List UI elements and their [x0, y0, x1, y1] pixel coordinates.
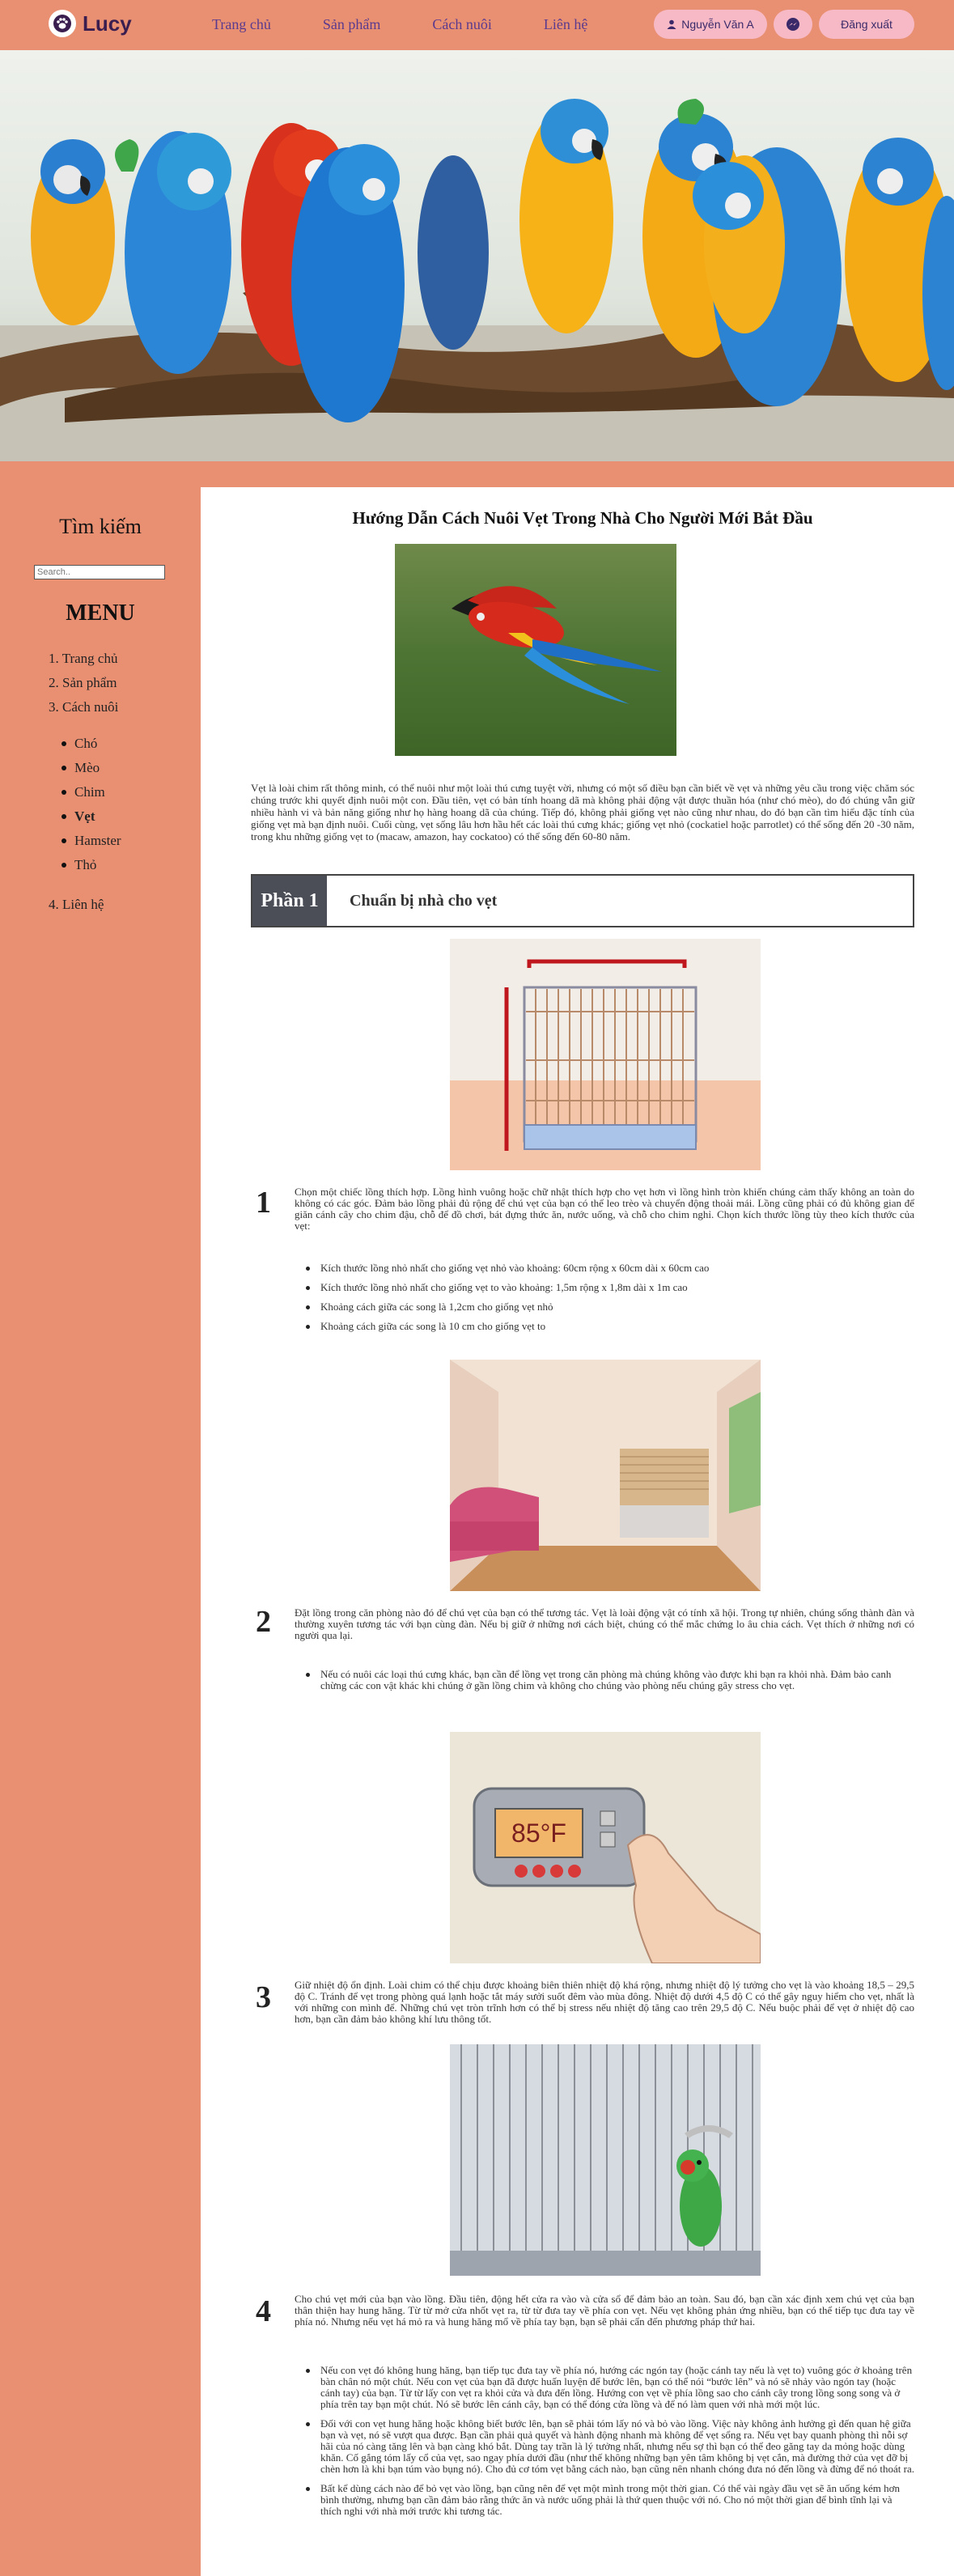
brand-name: Lucy	[83, 11, 132, 36]
nav-link-contact[interactable]: Liên hệ	[544, 16, 587, 33]
cage-illustration	[450, 939, 761, 1170]
messenger-icon	[787, 18, 799, 31]
step-bullet: Nếu con vẹt đó không hung hăng, bạn tiếp…	[306, 2365, 914, 2410]
logout-button[interactable]: Đăng xuất	[819, 10, 914, 39]
step-bullets: Kích thước lồng nhỏ nhất cho giống vẹt n…	[306, 1263, 914, 1340]
sidebar-item-contact[interactable]: 4. Liên hệ	[49, 897, 104, 921]
flying-macaw-image	[395, 544, 676, 756]
article-intro: Vẹt là loài chim rất thông minh, có thể …	[251, 782, 914, 842]
sidebar-subitem-hamster[interactable]: Hamster	[61, 829, 121, 853]
step-number: 2	[256, 1605, 271, 1639]
step-text: Đặt lồng trong căn phòng nào đó để chú v…	[295, 1606, 914, 1641]
sidebar-subitem-dog[interactable]: Chó	[61, 732, 121, 756]
sidebar-subitem-rabbit[interactable]: Thỏ	[61, 853, 121, 877]
parrot-in-cage-illustration	[450, 2044, 761, 2276]
nav-link-home[interactable]: Trang chủ	[212, 16, 271, 33]
sidebar-item-home[interactable]: 1. Trang chủ	[49, 651, 118, 675]
step-bullets: Nếu con vẹt đó không hung hăng, bạn tiếp…	[306, 2365, 914, 2525]
section-label: Phần 1	[252, 876, 327, 926]
search-title: Tìm kiếm	[59, 515, 142, 538]
step-number: 1	[256, 1186, 271, 1220]
brand-logo[interactable]: Lucy	[49, 10, 132, 37]
section-header: Phần 1 Chuẩn bị nhà cho vẹt	[251, 874, 914, 927]
sidebar-menu-tail: 4. Liên hệ	[49, 897, 104, 921]
paw-icon	[49, 10, 76, 37]
step-bullet: Kích thước lồng nhỏ nhất cho giống vẹt n…	[306, 1263, 914, 1274]
article-title: Hướng Dẫn Cách Nuôi Vẹt Trong Nhà Cho Ng…	[352, 508, 813, 528]
top-navbar: Lucy Trang chủ Sản phẩm Cách nuôi Liên h…	[0, 0, 954, 50]
section-name: Chuẩn bị nhà cho vẹt	[350, 891, 498, 910]
search-input[interactable]	[34, 565, 165, 579]
hero-banner-parrots	[0, 50, 954, 461]
sidebar-subitem-parrot[interactable]: Vẹt	[61, 804, 121, 829]
step-text: Cho chú vẹt mới của bạn vào lồng. Đầu ti…	[295, 2293, 914, 2328]
step-text: Chọn một chiếc lồng thích hợp. Lồng hình…	[295, 1186, 914, 1232]
sidebar: Tìm kiếm MENU 1. Trang chủ 2. Sản phẩm 3…	[0, 487, 201, 2576]
thermostat-illustration: 85°F	[450, 1732, 761, 1963]
nav-link-care[interactable]: Cách nuôi	[432, 16, 492, 33]
hero-bottom-strip	[0, 461, 954, 487]
sidebar-subitem-bird[interactable]: Chim	[61, 780, 121, 804]
messenger-button[interactable]	[774, 10, 812, 39]
step-bullet: Nếu có nuôi các loại thú cưng khác, bạn …	[306, 1669, 914, 1691]
user-name: Nguyễn Văn A	[681, 18, 754, 31]
user-icon	[667, 19, 676, 29]
step-bullet: Khoảng cách giữa các song là 10 cm cho g…	[306, 1321, 914, 1332]
sidebar-subitem-cat[interactable]: Mèo	[61, 756, 121, 780]
nav-link-products[interactable]: Sản phẩm	[323, 16, 381, 33]
step-bullet: Đối với con vẹt hung hăng hoặc không biế…	[306, 2418, 914, 2475]
menu-title: MENU	[66, 601, 135, 626]
user-account-button[interactable]: Nguyễn Văn A	[654, 10, 767, 39]
step-text: Giữ nhiệt độ ổn định. Loài chim có thể c…	[295, 1979, 914, 2025]
step-number: 3	[256, 1980, 271, 2014]
sidebar-menu: 1. Trang chủ 2. Sản phẩm 3. Cách nuôi	[49, 651, 118, 724]
step-number: 4	[256, 2294, 271, 2328]
step-bullets: Nếu có nuôi các loại thú cưng khác, bạn …	[306, 1669, 914, 1700]
main-menu: Trang chủ Sản phẩm Cách nuôi Liên hệ	[212, 16, 639, 33]
sidebar-item-products[interactable]: 2. Sản phẩm	[49, 675, 118, 699]
article-content: Hướng Dẫn Cách Nuôi Vẹt Trong Nhà Cho Ng…	[201, 487, 954, 2576]
room-illustration	[450, 1360, 761, 1591]
step-bullet: Kích thước lồng nhỏ nhất cho giống vẹt t…	[306, 1282, 914, 1293]
sidebar-submenu: Chó Mèo Chim Vẹt Hamster Thỏ	[61, 732, 121, 877]
thermostat-reading: 85°F	[511, 1818, 566, 1848]
step-bullet: Khoảng cách giữa các song là 1,2cm cho g…	[306, 1301, 914, 1313]
sidebar-item-care[interactable]: 3. Cách nuôi	[49, 699, 118, 724]
step-bullet: Bất kể dùng cách nào để bỏ vẹt vào lồng,…	[306, 2483, 914, 2517]
